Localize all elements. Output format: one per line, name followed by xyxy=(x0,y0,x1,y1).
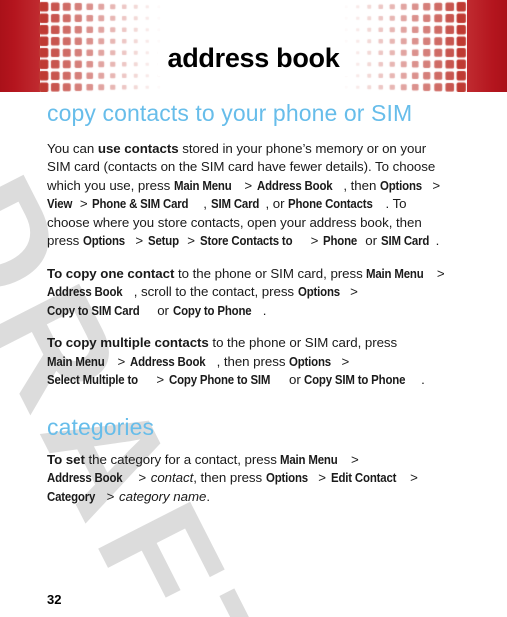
body-text: or xyxy=(285,372,305,388)
menu-path-item: Address Book xyxy=(129,353,206,369)
manual-page: DRAFT address book copy contacts to your… xyxy=(0,0,507,617)
menu-path-separator: > xyxy=(318,470,326,486)
menu-path-item: Phone xyxy=(323,233,358,249)
menu-path-item: Address Book xyxy=(256,177,333,193)
body-text: to the phone or SIM card, press xyxy=(208,335,398,351)
menu-path-item: Category xyxy=(47,488,96,504)
page-content: copy contacts to your phone or SIM You ca… xyxy=(47,100,447,506)
menu-path-item: Phone & SIM Card xyxy=(92,196,189,212)
menu-path-item: Main Menu xyxy=(173,177,232,193)
menu-path-separator: > xyxy=(350,284,358,300)
menu-path-item: Main Menu xyxy=(280,451,339,467)
menu-path-separator: > xyxy=(310,233,319,249)
menu-path-item: Options xyxy=(297,284,340,300)
menu-path-separator: > xyxy=(244,177,253,193)
menu-path-item: Address Book xyxy=(47,470,123,486)
menu-path-separator: > xyxy=(410,470,418,486)
menu-path-item: SIM Card xyxy=(380,233,429,249)
menu-path-item: Main Menu xyxy=(366,265,424,281)
body-text: , or xyxy=(265,196,289,212)
lead-in-bold: To set xyxy=(47,451,85,467)
menu-path-item: Copy to SIM Card xyxy=(47,302,140,318)
menu-path-item: Phone Contacts xyxy=(288,196,373,212)
paragraph-to-set: To set the category for a contact, press… xyxy=(47,451,447,507)
body-text: to the phone or SIM card, press xyxy=(174,265,367,281)
menu-path-item: View xyxy=(47,196,73,212)
menu-path-item: Copy SIM to Phone xyxy=(304,372,406,388)
menu-path-item: Options xyxy=(265,470,308,486)
menu-path-separator: > xyxy=(135,233,144,249)
menu-path-separator: > xyxy=(436,265,445,281)
body-text: . xyxy=(435,233,440,249)
menu-path-separator: > xyxy=(117,353,126,369)
section-title-copy-contacts: copy contacts to your phone or SIM xyxy=(47,100,413,126)
menu-path-separator: > xyxy=(79,196,88,212)
menu-path-item: Setup xyxy=(147,233,179,249)
paragraph-copy-multiple: To copy multiple contacts to the phone o… xyxy=(47,334,447,390)
body-text: . xyxy=(262,302,267,318)
menu-path-separator: > xyxy=(156,372,165,388)
body-text: . xyxy=(206,488,210,504)
page-header-banner: address book xyxy=(0,0,507,92)
body-text: , then xyxy=(343,177,380,193)
menu-path-separator: > xyxy=(138,470,147,486)
body-text: , xyxy=(203,196,211,212)
menu-path-separator: > xyxy=(187,233,195,249)
section-title-categories: categories xyxy=(47,413,155,440)
menu-path-item: Address Book xyxy=(47,284,123,300)
paragraph-copy-one: To copy one contact to the phone or SIM … xyxy=(47,265,447,321)
menu-path-separator: > xyxy=(432,177,441,193)
menu-path-item: Store Contacts to xyxy=(199,233,293,249)
body-text: the category for a contact, press xyxy=(84,451,281,467)
body-text: You can xyxy=(47,140,98,156)
body-text: or xyxy=(361,233,381,249)
menu-path-item: Options xyxy=(289,353,332,369)
lead-in-bold: To copy one contact xyxy=(47,265,175,281)
menu-path-item: Select Multiple to xyxy=(47,372,138,388)
body-text: , then press xyxy=(193,470,266,486)
placeholder-term: category name xyxy=(119,488,207,504)
menu-path-item: Options xyxy=(380,177,422,193)
paragraph-intro: You can use contacts stored in your phon… xyxy=(47,140,447,251)
menu-path-item: Copy Phone to SIM xyxy=(168,372,270,388)
menu-path-separator: > xyxy=(341,353,350,369)
page-title-text: address book xyxy=(157,43,350,76)
lead-in-bold: To copy multiple contacts xyxy=(47,335,209,351)
menu-path-item: Copy to Phone xyxy=(172,302,252,318)
menu-path-item: Options xyxy=(82,233,125,249)
menu-path-item: Main Menu xyxy=(47,353,105,369)
menu-path-separator: > xyxy=(106,488,115,504)
body-text: or xyxy=(153,302,173,318)
lead-in-bold: use contacts xyxy=(97,140,179,156)
body-text: , scroll to the contact, press xyxy=(133,284,298,300)
body-text: . xyxy=(421,372,425,388)
page-number: 32 xyxy=(47,592,62,607)
menu-path-item: Edit Contact xyxy=(330,470,396,486)
menu-path-item: SIM Card xyxy=(210,196,259,212)
body-text: , then press xyxy=(216,353,290,369)
menu-path-separator: > xyxy=(350,451,359,467)
placeholder-term: contact xyxy=(150,470,194,486)
page-title: address book xyxy=(0,43,507,76)
